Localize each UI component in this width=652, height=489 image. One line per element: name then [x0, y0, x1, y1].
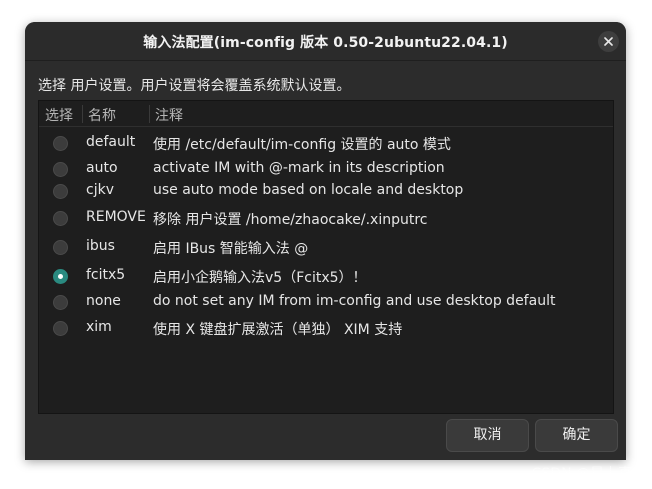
header-note[interactable]: 注释 — [155, 105, 183, 125]
im-list[interactable]: 选择 名称 注释 default 使用 /etc/default/im-conf… — [38, 100, 614, 414]
list-row-cjkv[interactable]: cjkv use auto mode based on locale and d… — [39, 180, 613, 204]
row-name: xim — [86, 319, 112, 335]
header-name[interactable]: 名称 — [88, 105, 116, 125]
row-name: none — [86, 293, 121, 309]
row-note: 使用 X 键盘扩展激活（单独） XIM 支持 — [153, 322, 403, 338]
window-title: 输入法配置(im-config 版本 0.50-2ubuntu22.04.1) — [143, 35, 508, 51]
row-note: 启用 IBus 智能输入法 @ — [153, 241, 309, 257]
watermark: CSDN @星上真好 — [531, 466, 646, 482]
titlebar: 输入法配置(im-config 版本 0.50-2ubuntu22.04.1) — [25, 22, 626, 61]
radio-button[interactable] — [53, 211, 68, 226]
list-row-fcitx5[interactable]: fcitx5 启用小企鹅输入法v5（Fcitx5）！ — [39, 265, 613, 289]
header-select[interactable]: 选择 — [45, 105, 73, 125]
row-note: activate IM with @-mark in its descripti… — [153, 160, 445, 176]
list-row-auto[interactable]: auto activate IM with @-mark in its desc… — [39, 158, 613, 182]
row-note: 启用小企鹅输入法v5（Fcitx5）！ — [153, 270, 367, 286]
row-note: 移除 用户设置 /home/zhaocake/.xinputrc — [153, 212, 428, 228]
radio-button[interactable] — [53, 240, 68, 255]
ok-button[interactable]: 确定 — [535, 419, 618, 452]
radio-button[interactable] — [53, 184, 68, 199]
header-divider — [82, 105, 83, 123]
description-label: 选择 用户设置。用户设置将会覆盖系统默认设置。 — [38, 78, 351, 94]
row-name: REMOVE — [86, 209, 146, 225]
row-name: cjkv — [86, 182, 114, 198]
cancel-button[interactable]: 取消 — [446, 419, 529, 452]
close-icon — [604, 37, 613, 46]
row-note: use auto mode based on locale and deskto… — [153, 182, 464, 198]
row-name: default — [86, 134, 136, 150]
header-divider — [149, 105, 150, 123]
row-note: 使用 /etc/default/im-config 设置的 auto 模式 — [153, 137, 451, 153]
row-name: fcitx5 — [86, 267, 126, 283]
radio-selected-icon[interactable] — [53, 269, 68, 284]
row-note: do not set any IM from im-config and use… — [153, 293, 556, 309]
im-config-dialog: 输入法配置(im-config 版本 0.50-2ubuntu22.04.1) … — [25, 22, 626, 460]
list-row-none[interactable]: none do not set any IM from im-config an… — [39, 291, 613, 315]
list-header: 选择 名称 注释 — [39, 101, 613, 127]
radio-button[interactable] — [53, 295, 68, 310]
radio-button[interactable] — [53, 321, 68, 336]
radio-button[interactable] — [53, 136, 68, 151]
radio-button[interactable] — [53, 162, 68, 177]
list-row-ibus[interactable]: ibus 启用 IBus 智能输入法 @ — [39, 236, 613, 260]
list-row-remove[interactable]: REMOVE 移除 用户设置 /home/zhaocake/.xinputrc — [39, 207, 613, 231]
list-row-default[interactable]: default 使用 /etc/default/im-config 设置的 au… — [39, 132, 613, 156]
row-name: auto — [86, 160, 118, 176]
row-name: ibus — [86, 238, 115, 254]
list-row-xim[interactable]: xim 使用 X 键盘扩展激活（单独） XIM 支持 — [39, 317, 613, 341]
close-button[interactable] — [598, 31, 619, 52]
